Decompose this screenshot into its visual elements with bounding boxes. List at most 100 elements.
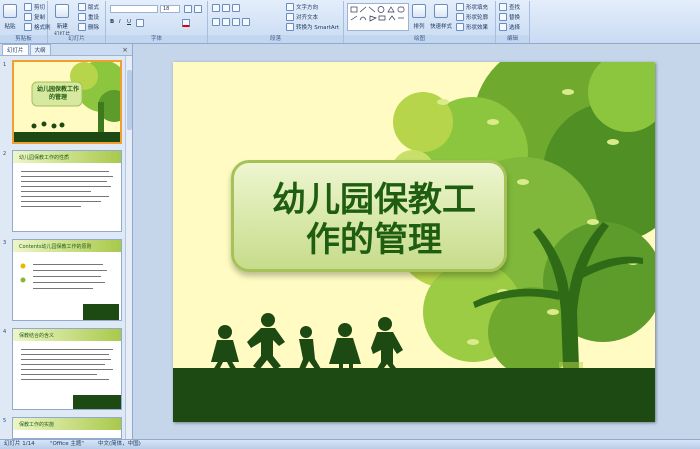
slide-number: 4	[3, 329, 7, 335]
format-painter-button[interactable]: 格式刷	[24, 23, 51, 31]
copy-button[interactable]: 复制	[24, 13, 45, 21]
strike-icon	[136, 19, 144, 27]
smartart-icon	[286, 23, 294, 31]
align-left-icon	[212, 18, 220, 26]
paragraph-group-label: 段落	[208, 35, 343, 43]
shrink-font-button[interactable]	[194, 5, 202, 13]
quick-styles-button[interactable]: 快速样式	[430, 4, 452, 30]
panel-scrollbar[interactable]	[125, 56, 132, 439]
panel-tabs: 幻灯片 大纲	[0, 44, 132, 56]
text-line	[21, 181, 107, 182]
ribbon: 粘贴 剪切 复制 格式刷 剪贴板 新建 幻灯片 版式 重设 删除 幻灯片 18 …	[0, 0, 700, 44]
slide-number: 2	[3, 151, 7, 157]
slide-thumbnail-1[interactable]: 幼儿园保教工作的管理	[12, 60, 122, 144]
align-text-button[interactable]: 对齐文本	[286, 13, 318, 21]
text-line	[21, 176, 113, 177]
tab-slides[interactable]: 幻灯片	[2, 44, 29, 55]
slides-panel: 幻灯片 大纲 × 1 幼儿园保教工作的管理 2 幼儿园保教工作的性质 3 Con…	[0, 44, 133, 439]
font-group-label: 字体	[106, 35, 207, 43]
arrange-button[interactable]: 排列	[412, 4, 426, 30]
font-name-combo[interactable]	[110, 5, 158, 13]
drawing-group: 排列 快速样式 形状填充 形状轮廓 形状效果 绘图	[344, 1, 496, 43]
copy-icon	[24, 13, 32, 21]
drawing-group-label: 绘图	[344, 35, 495, 43]
slide-canvas: 幼儿园保教工 作的管理	[134, 44, 700, 439]
cut-button[interactable]: 剪切	[24, 3, 45, 11]
new-slide-icon	[55, 4, 70, 18]
select-button[interactable]: 选择	[499, 23, 520, 31]
strikethrough-button[interactable]	[136, 19, 144, 27]
slide-thumbnail-4[interactable]: 保教结合的含义	[12, 328, 122, 410]
slide-thumbnail-3[interactable]: Contents幼儿园保教工作的原则	[12, 239, 122, 321]
delete-slide-button[interactable]: 删除	[78, 23, 99, 31]
find-label: 查找	[509, 5, 521, 11]
text-direction-label: 文字方向	[296, 5, 319, 11]
layout-label: 版式	[88, 5, 100, 11]
numbering-icon	[222, 4, 230, 12]
text-line	[21, 186, 111, 187]
layout-icon	[78, 3, 86, 11]
tab-outline[interactable]: 大纲	[29, 44, 51, 55]
justify-icon	[242, 18, 250, 26]
text-line	[21, 171, 109, 172]
new-slide-button[interactable]: 新建 幻灯片	[54, 4, 71, 38]
current-slide[interactable]: 幼儿园保教工 作的管理	[173, 62, 655, 422]
underline-button[interactable]: U	[127, 19, 131, 25]
reset-label: 重设	[88, 15, 100, 21]
arrange-icon	[412, 4, 426, 18]
italic-button[interactable]: I	[119, 19, 121, 25]
bullets-icon	[212, 4, 220, 12]
find-icon	[499, 3, 507, 11]
scrollbar-thumb[interactable]	[127, 70, 132, 130]
slide-5-thumb-title: 保教工作的实施	[19, 422, 55, 428]
editing-group-label: 编辑	[496, 35, 529, 43]
status-bar: 幻灯片 1/14 "Office 主题" 中文(简体，中国)	[0, 439, 700, 449]
font-color-button[interactable]	[182, 19, 190, 27]
text-line	[21, 206, 81, 207]
editing-group: 查找 替换 选择 编辑	[496, 1, 530, 43]
delete-label: 删除	[88, 25, 100, 31]
scissors-icon	[24, 3, 32, 11]
outline-icon	[456, 13, 464, 21]
shapes-gallery[interactable]	[347, 3, 409, 31]
shape-outline-button[interactable]: 形状轮廓	[456, 13, 488, 21]
language-indicator[interactable]: 中文(简体，中国)	[98, 440, 141, 449]
slide-number: 3	[3, 240, 7, 246]
slide-thumbnail-2[interactable]: 幼儿园保教工作的性质	[12, 150, 122, 232]
replace-button[interactable]: 替换	[499, 13, 520, 21]
close-icon[interactable]: ×	[122, 46, 128, 54]
select-icon	[499, 23, 507, 31]
bullets-button[interactable]	[212, 4, 240, 12]
slide-title[interactable]: 幼儿园保教工 作的管理	[249, 180, 499, 260]
smartart-button[interactable]: 转换为 SmartArt	[286, 23, 339, 31]
text-direction-button[interactable]: 文字方向	[286, 3, 318, 11]
slide-thumbnail-5[interactable]: 保教工作的实施	[12, 417, 122, 439]
find-button[interactable]: 查找	[499, 3, 520, 11]
slide-number: 5	[3, 418, 7, 424]
delete-icon	[78, 23, 86, 31]
align-text-icon	[286, 13, 294, 21]
align-buttons[interactable]	[212, 18, 250, 26]
paste-button[interactable]: 粘贴	[3, 4, 17, 30]
fill-icon	[456, 3, 464, 11]
grow-font-icon	[184, 5, 192, 13]
replace-label: 替换	[509, 15, 521, 21]
layout-button[interactable]: 版式	[78, 3, 99, 11]
shape-effects-button[interactable]: 形状效果	[456, 23, 488, 31]
brush-icon	[24, 23, 32, 31]
font-size-combo[interactable]: 18	[160, 5, 180, 13]
theme-name: "Office 主题"	[50, 441, 84, 447]
bold-button[interactable]: B	[110, 19, 114, 25]
shape-fill-button[interactable]: 形状填充	[456, 3, 488, 11]
slide-3-thumb-art	[20, 263, 119, 320]
grow-font-button[interactable]	[184, 5, 192, 13]
text-line	[21, 196, 109, 197]
copy-label: 复制	[34, 15, 46, 21]
cut-label: 剪切	[34, 5, 46, 11]
effects-icon	[456, 23, 464, 31]
align-text-label: 对齐文本	[296, 15, 319, 21]
text-line	[21, 191, 91, 192]
slide-2-thumb-title: 幼儿园保教工作的性质	[19, 155, 70, 161]
reset-button[interactable]: 重设	[78, 13, 99, 21]
indent-icon	[232, 4, 240, 12]
